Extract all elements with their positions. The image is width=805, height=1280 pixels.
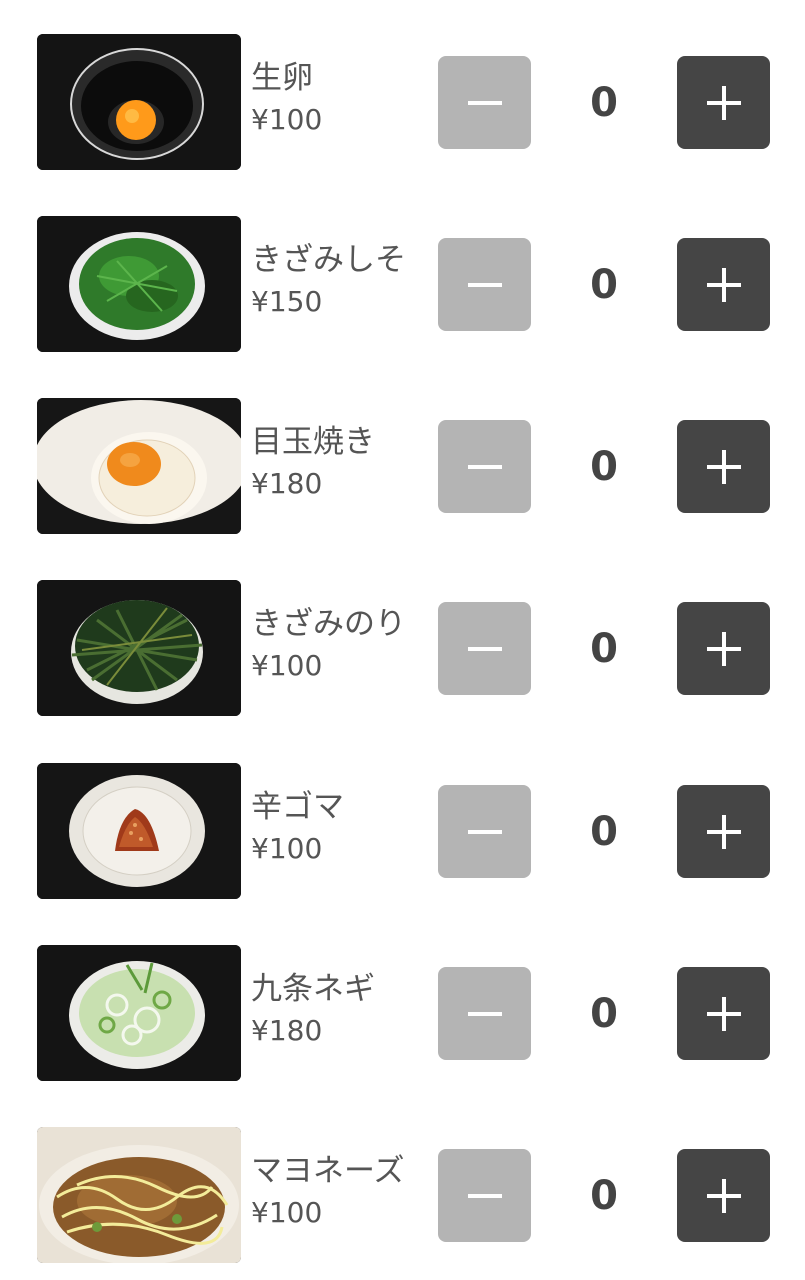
plus-icon xyxy=(706,449,741,484)
list-item: きざみのり ¥100 0 xyxy=(0,580,805,716)
chopped-shiso-thumbnail xyxy=(37,216,241,352)
decrement-button[interactable] xyxy=(438,967,531,1060)
minus-icon xyxy=(467,1011,502,1016)
quantity-value: 0 xyxy=(590,261,618,308)
minus-icon xyxy=(467,282,502,287)
decrement-button[interactable] xyxy=(438,602,531,695)
decrement-button[interactable] xyxy=(438,238,531,331)
item-name: 目玉焼き xyxy=(251,424,375,460)
minus-icon xyxy=(467,1193,502,1198)
plus-icon xyxy=(706,85,741,120)
list-item: 目玉焼き ¥180 0 xyxy=(0,398,805,534)
list-item: マヨネーズ ¥100 0 xyxy=(0,1127,805,1263)
item-price: ¥100 xyxy=(251,832,323,865)
increment-button[interactable] xyxy=(677,602,770,695)
raw-egg-thumbnail xyxy=(37,34,241,170)
item-price: ¥100 xyxy=(251,103,323,136)
list-item: 辛ゴマ ¥100 0 xyxy=(0,763,805,899)
decrement-button[interactable] xyxy=(438,56,531,149)
quantity-value: 0 xyxy=(590,443,618,490)
spicy-sesame-thumbnail xyxy=(37,763,241,899)
increment-button[interactable] xyxy=(677,1149,770,1242)
quantity-value: 0 xyxy=(590,625,618,672)
quantity-value: 0 xyxy=(590,990,618,1037)
increment-button[interactable] xyxy=(677,56,770,149)
item-name: 九条ネギ xyxy=(251,971,375,1007)
minus-icon xyxy=(467,646,502,651)
quantity-value: 0 xyxy=(590,1172,618,1219)
fried-egg-thumbnail xyxy=(37,398,241,534)
item-name: きざみしそ xyxy=(251,242,406,278)
list-item: 生卵 ¥100 0 xyxy=(0,34,805,170)
increment-button[interactable] xyxy=(677,420,770,513)
increment-button[interactable] xyxy=(677,967,770,1060)
plus-icon xyxy=(706,996,741,1031)
shredded-nori-thumbnail xyxy=(37,580,241,716)
mayonnaise-thumbnail xyxy=(37,1127,241,1263)
item-price: ¥150 xyxy=(251,285,323,318)
item-name: 辛ゴマ xyxy=(251,789,344,825)
minus-icon xyxy=(467,829,502,834)
plus-icon xyxy=(706,814,741,849)
quantity-value: 0 xyxy=(590,808,618,855)
plus-icon xyxy=(706,631,741,666)
minus-icon xyxy=(467,464,502,469)
decrement-button[interactable] xyxy=(438,1149,531,1242)
list-item: きざみしそ ¥150 0 xyxy=(0,216,805,352)
item-name: きざみのり xyxy=(251,606,406,642)
item-name: マヨネーズ xyxy=(251,1153,405,1189)
item-name: 生卵 xyxy=(251,60,313,96)
plus-icon xyxy=(706,1178,741,1213)
decrement-button[interactable] xyxy=(438,785,531,878)
item-price: ¥100 xyxy=(251,649,323,682)
green-onion-thumbnail xyxy=(37,945,241,1081)
decrement-button[interactable] xyxy=(438,420,531,513)
item-price: ¥180 xyxy=(251,467,323,500)
quantity-value: 0 xyxy=(590,79,618,126)
item-price: ¥100 xyxy=(251,1196,323,1229)
plus-icon xyxy=(706,267,741,302)
list-item: 九条ネギ ¥180 0 xyxy=(0,945,805,1081)
item-price: ¥180 xyxy=(251,1014,323,1047)
topping-list: 生卵 ¥100 0 きざみしそ ¥150 0 目玉焼き ¥180 0 きざみのり… xyxy=(0,0,805,1280)
increment-button[interactable] xyxy=(677,785,770,878)
increment-button[interactable] xyxy=(677,238,770,331)
minus-icon xyxy=(467,100,502,105)
